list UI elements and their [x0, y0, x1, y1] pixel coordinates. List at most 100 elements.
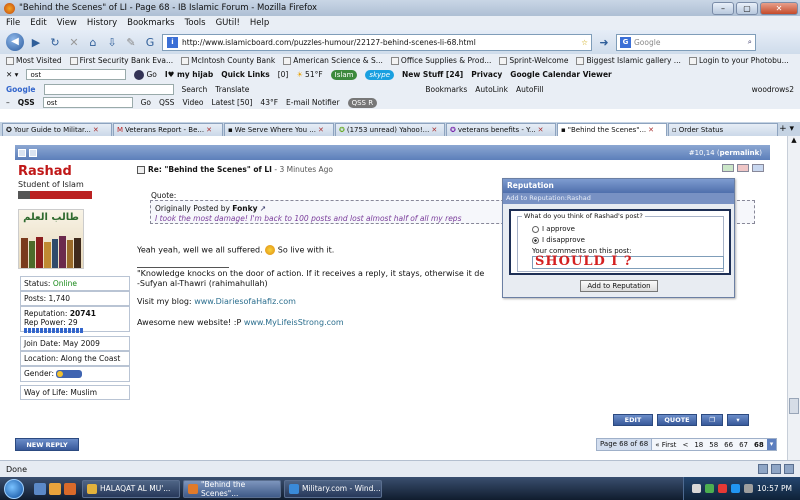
menu-edit[interactable]: Edit	[30, 18, 46, 28]
qss-button[interactable]: QSS	[159, 98, 174, 107]
clock[interactable]: 10:57 PM	[757, 484, 792, 493]
menu-tools[interactable]: Tools	[185, 18, 206, 28]
scroll-up-icon[interactable]: ▲	[788, 136, 800, 146]
page-menu-arrow[interactable]: ▾	[766, 439, 777, 450]
menu-history[interactable]: History	[87, 18, 117, 28]
qss-go-button[interactable]: Go	[141, 98, 151, 107]
menu-bookmarks[interactable]: Bookmarks	[127, 18, 175, 28]
tab-close-icon[interactable]: ✕	[648, 126, 654, 134]
toolbar-menu-icon[interactable]: ✕ ▾	[6, 70, 18, 79]
quote-button[interactable]: QUOTE	[657, 414, 697, 426]
new-tab-button[interactable]: + ▾	[779, 124, 800, 134]
toolbar1-go-button[interactable]: Go	[134, 69, 157, 80]
first-page-link[interactable]: « First	[652, 441, 679, 449]
tab-we-serve[interactable]: ▪ We Serve Where You ... ✕	[224, 122, 334, 136]
autolink-button[interactable]: AutoLink	[475, 85, 508, 94]
tab-close-icon[interactable]: ✕	[93, 126, 99, 134]
reputation-comment-input[interactable]: SHOULD I ?	[532, 254, 724, 269]
reload-icon[interactable]: ↻	[48, 36, 62, 49]
menu-file[interactable]: File	[6, 18, 20, 28]
tab-yahoo-mail[interactable]: ✪ (1753 unread) Yahoo!... ✕	[335, 122, 445, 136]
start-button[interactable]	[0, 477, 28, 500]
page-scrollbar[interactable]: ▲	[787, 136, 800, 460]
quick-reply-button[interactable]: ▾	[727, 414, 749, 426]
tab-close-icon[interactable]: ✕	[431, 126, 437, 134]
new-stuff-button[interactable]: New Stuff [24]	[402, 70, 463, 79]
firefox-launch-icon[interactable]	[64, 482, 76, 495]
google-bookmarks-button[interactable]: Bookmarks	[425, 85, 467, 94]
username[interactable]: Rashad	[18, 164, 130, 179]
approve-radio[interactable]: I approve	[532, 225, 575, 233]
search-go-icon[interactable]: ⌕	[748, 37, 755, 47]
task-firefox[interactable]: "Behind the Scenes"...	[183, 479, 281, 498]
skype-button[interactable]: skype	[365, 69, 395, 80]
prev-page-link[interactable]: <	[679, 441, 691, 449]
minimize-button[interactable]: –	[712, 1, 734, 15]
qss-search-input[interactable]: ost	[42, 97, 133, 108]
google-toolbar-icon[interactable]: G	[143, 36, 157, 49]
weather-button[interactable]: ☀ 51°F	[296, 70, 322, 79]
rep-icon[interactable]	[722, 164, 734, 172]
latest-button[interactable]: Latest [50]	[211, 98, 252, 107]
menu-gutil[interactable]: GUtil!	[216, 18, 240, 28]
search-box[interactable]: G Google ⌕	[616, 33, 756, 51]
maximize-button[interactable]: ▢	[736, 1, 758, 15]
email-notifier-button[interactable]: E-mail Notifier	[286, 98, 340, 107]
google-toolbar-input[interactable]	[43, 83, 174, 95]
page-link[interactable]: 58	[706, 441, 721, 449]
network-icon[interactable]	[731, 484, 740, 493]
bookmark-sprint[interactable]: Sprint-Welcome	[499, 56, 568, 65]
page-link[interactable]: 18	[691, 441, 706, 449]
menu-help[interactable]: Help	[250, 18, 269, 28]
notification-count[interactable]: [0]	[278, 70, 289, 79]
home-icon[interactable]: ⌂	[86, 36, 100, 49]
tab-veterans-report[interactable]: M Veterans Report - Be... ✕	[113, 122, 223, 136]
website-link[interactable]: www.MyLifeisStrong.com	[244, 318, 344, 327]
tab-close-icon[interactable]: ✕	[538, 126, 544, 134]
tab-military-guide[interactable]: ✪ Your Guide to Militar... ✕	[2, 122, 112, 136]
disapprove-radio[interactable]: I disapprove	[532, 236, 585, 244]
explorer-icon[interactable]	[49, 482, 61, 495]
back-button[interactable]: ◀	[6, 33, 24, 51]
bookmark-most-visited[interactable]: Most Visited	[6, 56, 62, 65]
bookmark-islamic-gallery[interactable]: Biggest Islamic gallery ...	[576, 56, 681, 65]
toolbar-menu-icon[interactable]: –	[6, 98, 10, 107]
addon-status-icon[interactable]	[771, 464, 781, 474]
tray-icon[interactable]	[692, 484, 701, 493]
tab-behind-the-scenes[interactable]: ▪ "Behind the Scenes"... ✕	[557, 122, 667, 136]
google-calendar-button[interactable]: Google Calendar Viewer	[510, 70, 611, 79]
islam-button[interactable]: Islam	[330, 69, 358, 80]
blog-link[interactable]: www.DiariesofaHafiz.com	[194, 297, 296, 306]
menu-view[interactable]: View	[57, 18, 77, 28]
stop-icon[interactable]: ✕	[67, 36, 81, 49]
ip-icon[interactable]	[752, 164, 764, 172]
autofill-button[interactable]: AutoFill	[516, 85, 543, 94]
page-link[interactable]: 67	[736, 441, 751, 449]
myhijab-button[interactable]: I♥ my hijab	[165, 70, 213, 79]
bookmark-photobucket[interactable]: Login to your Photobu...	[688, 56, 789, 65]
tools-icon[interactable]: ✎	[124, 36, 138, 49]
download-icon[interactable]: ⇩	[105, 36, 119, 49]
video-button[interactable]: Video	[182, 98, 203, 107]
edit-button[interactable]: EDIT	[613, 414, 653, 426]
translate-button[interactable]: Translate	[215, 85, 249, 94]
permalink-link[interactable]: permalink	[720, 149, 760, 157]
task-military[interactable]: Military.com - Wind...	[284, 479, 382, 498]
scroll-thumb[interactable]	[789, 398, 799, 414]
multi-quote-button[interactable]: ❐	[701, 414, 723, 426]
tab-order-status[interactable]: ▫ Order Status	[668, 122, 778, 136]
volume-icon[interactable]	[744, 484, 753, 493]
privacy-button[interactable]: Privacy	[471, 70, 502, 79]
add-to-reputation-button[interactable]: Add to Reputation	[580, 280, 658, 292]
weather-button-2[interactable]: 43°F	[260, 98, 278, 107]
bookmark-american-science[interactable]: American Science & S...	[283, 56, 383, 65]
addon-status-icon[interactable]	[784, 464, 794, 474]
tab-close-icon[interactable]: ✕	[206, 126, 212, 134]
forward-button[interactable]: ▶	[29, 36, 43, 49]
new-reply-button[interactable]: NEW REPLY	[15, 438, 79, 451]
page-link[interactable]: 66	[721, 441, 736, 449]
task-halaqat[interactable]: HALAQAT AL MU'...	[82, 479, 180, 498]
quick-links-button[interactable]: Quick Links	[221, 70, 269, 79]
show-desktop-icon[interactable]	[34, 482, 46, 495]
url-bar[interactable]: i http://www.islamicboard.com/puzzles-hu…	[162, 33, 592, 51]
